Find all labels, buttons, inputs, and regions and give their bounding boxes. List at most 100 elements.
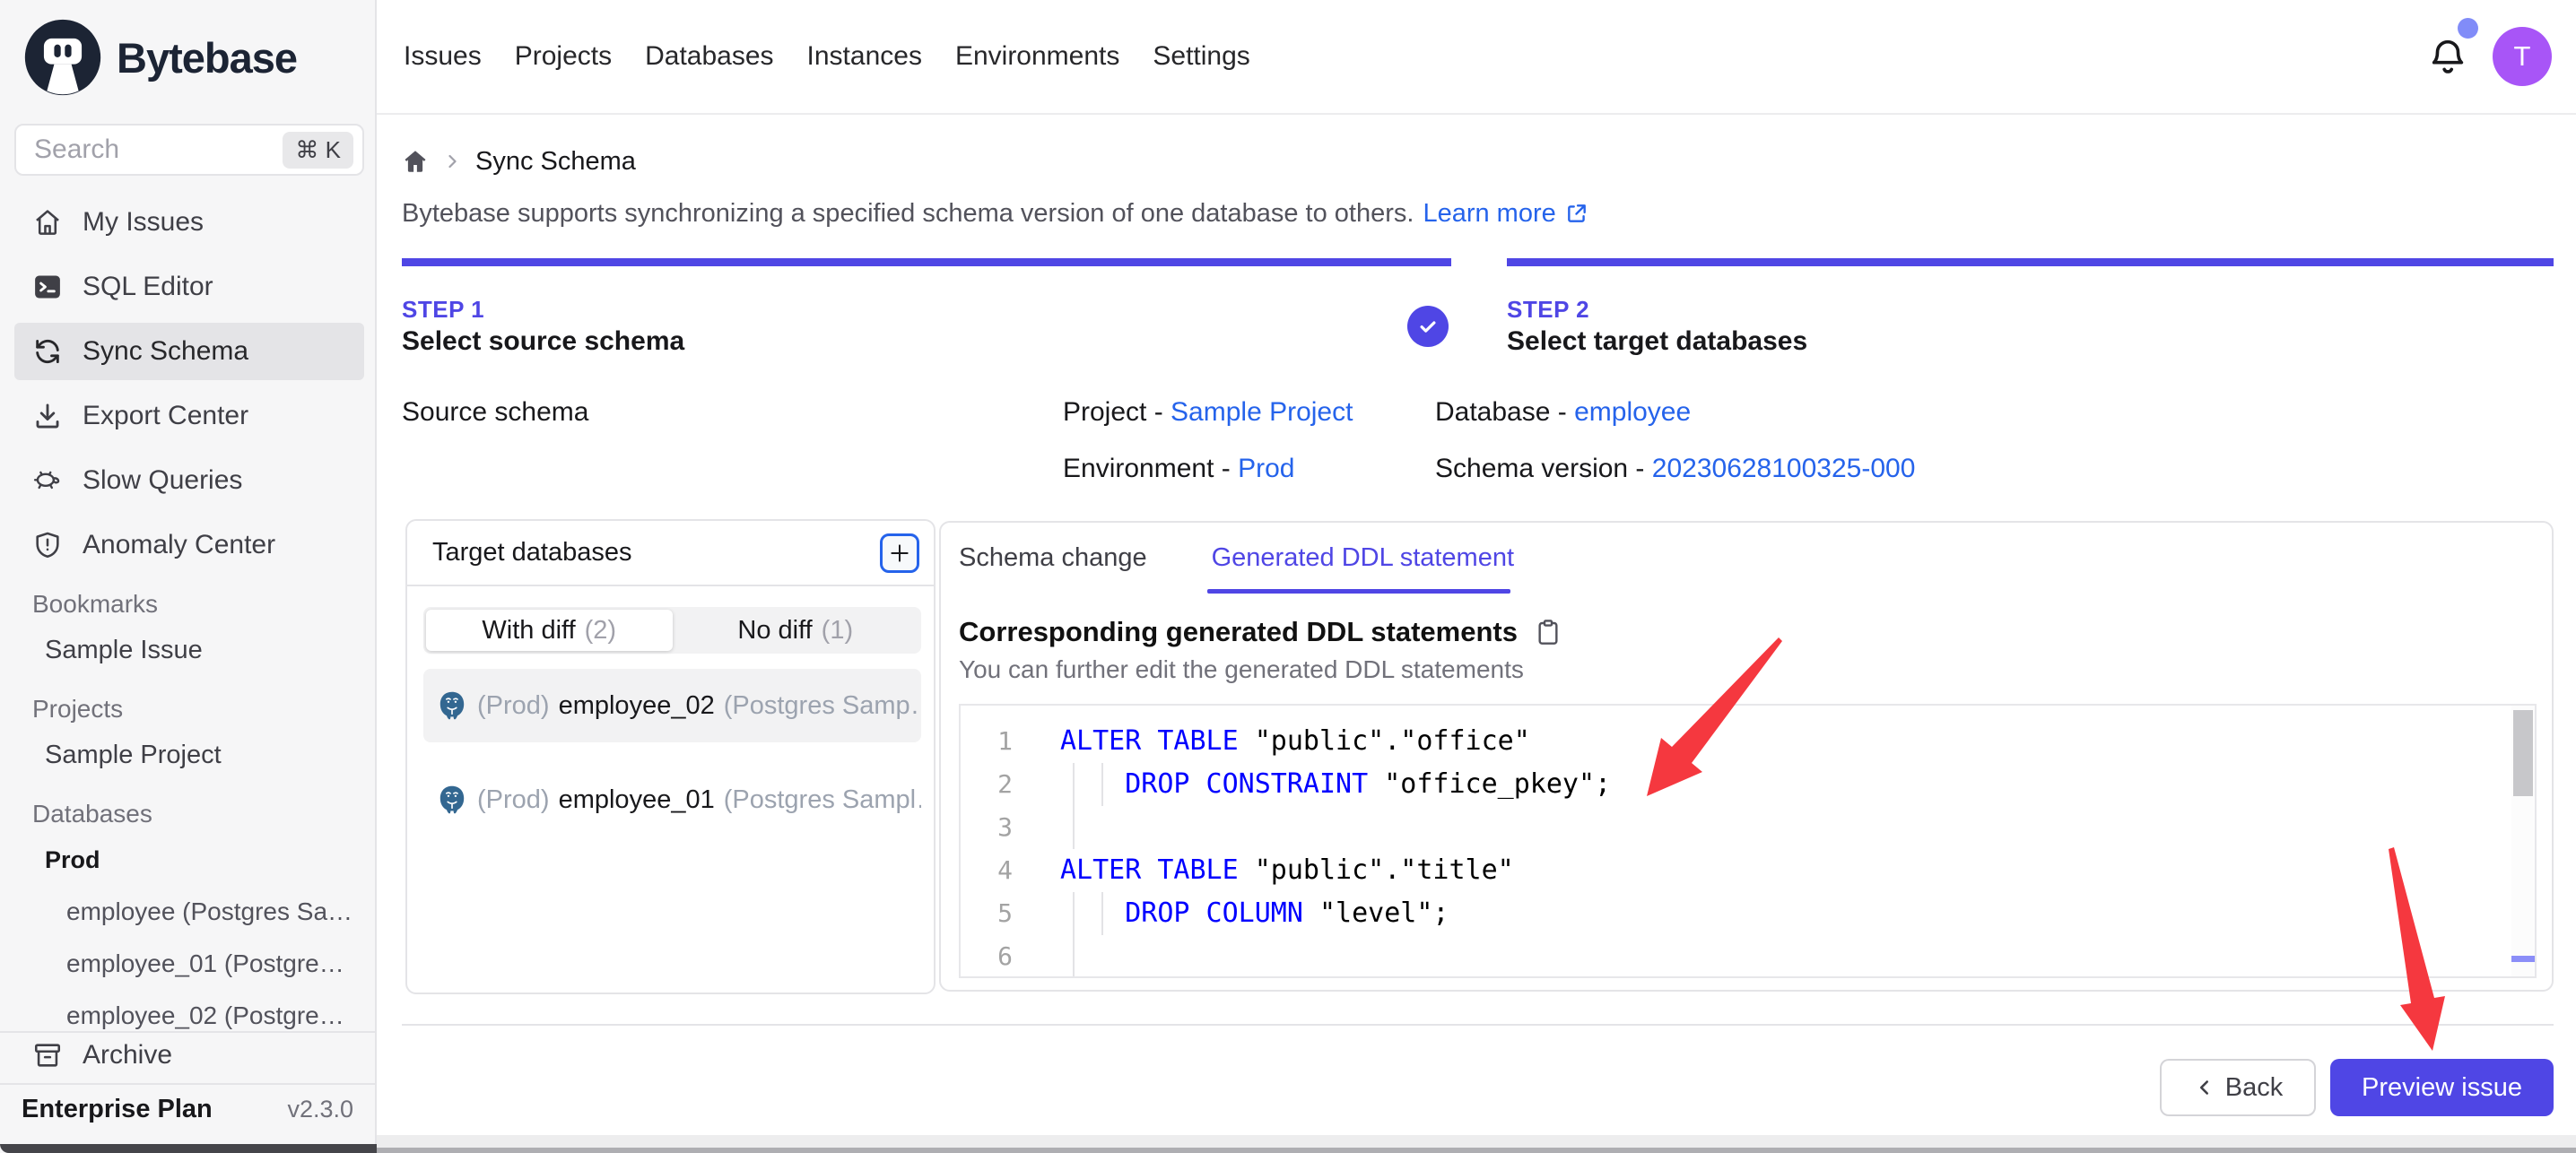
avatar[interactable]: T <box>2493 27 2552 86</box>
sql-text: "public"."title" <box>1239 854 1514 886</box>
indent-guide <box>1073 935 1075 978</box>
sidebar-item-slow-queries[interactable]: Slow Queries <box>14 452 364 509</box>
ddl-tabs: Schema change Generated DDL statement <box>959 543 1514 573</box>
sidebar-item-employee_01-postgre[interactable]: employee_01 (Postgre… <box>14 938 364 990</box>
sidebar-item-label: Anomaly Center <box>83 530 275 560</box>
code-line-1[interactable]: ALTER TABLE "public"."office" <box>1060 720 2535 763</box>
download-icon <box>32 401 63 431</box>
plus-icon <box>888 542 911 565</box>
ddl-code-editor[interactable]: 123456 ALTER TABLE "public"."office" DRO… <box>959 704 2537 978</box>
intro-text: Bytebase supports synchronizing a specif… <box>402 199 1414 229</box>
code-line-3[interactable] <box>1060 806 2535 849</box>
source-schema-label: Source schema <box>402 397 588 428</box>
target-db-employee_01[interactable]: (Prod)employee_01(Postgres Sampl… <box>423 763 921 837</box>
field-database-link[interactable]: employee <box>1574 397 1691 427</box>
db-environment: (Prod) <box>477 691 550 721</box>
sql-text: "public"."office" <box>1239 725 1530 757</box>
scrollbar-thumb[interactable] <box>2513 710 2533 796</box>
code-line-2[interactable]: DROP CONSTRAINT "office_pkey"; <box>1060 763 2535 806</box>
db-instance-suffix: (Postgres Sampl… <box>724 785 921 815</box>
plan-name: Enterprise Plan <box>22 1095 213 1124</box>
sidebar-item-sample-issue[interactable]: Sample Issue <box>14 624 364 676</box>
source-schema-row1: Source schema Project - Sample Project D… <box>402 394 588 430</box>
db-environment: (Prod) <box>477 785 550 815</box>
home-icon[interactable] <box>402 148 429 175</box>
tab-no-diff[interactable]: No diff (1) <box>673 610 919 651</box>
sql-text: "office_pkey"; <box>1368 768 1611 800</box>
sidebar-item-prod[interactable]: Prod <box>14 834 364 886</box>
field-environment-link[interactable]: Prod <box>1238 454 1294 483</box>
window-bottom-line <box>377 1148 2576 1153</box>
sidebar-item-anomaly-center[interactable]: Anomaly Center <box>14 516 364 574</box>
target-databases-card: Target databases With diff (2) No diff (… <box>405 519 936 994</box>
learn-more-link[interactable]: Learn more <box>1423 199 1555 229</box>
code-line-4[interactable]: ALTER TABLE "public"."title" <box>1060 849 2535 892</box>
horizontal-scrollbar-thumb[interactable] <box>2511 956 2535 962</box>
step1-title: Select source schema <box>402 326 684 357</box>
indent-guide <box>1073 763 1075 806</box>
indent-guide <box>1073 892 1075 935</box>
back-button[interactable]: Back <box>2160 1059 2316 1116</box>
line-number: 3 <box>961 806 1013 849</box>
copy-icon[interactable] <box>1534 618 1562 646</box>
tab-generated-ddl[interactable]: Generated DDL statement <box>1212 543 1514 573</box>
diff-filter-tabs: With diff (2) No diff (1) <box>423 607 921 654</box>
notifications-bell-icon[interactable] <box>2427 36 2468 77</box>
field-project-link[interactable]: Sample Project <box>1171 397 1353 427</box>
plan-row: Enterprise Plan v2.3.0 <box>0 1083 375 1133</box>
active-tab-underline <box>1207 589 1510 594</box>
search-box[interactable]: ⌘ K <box>14 124 364 176</box>
sidebar-item-archive[interactable]: Archive <box>0 1033 375 1078</box>
add-target-database-button[interactable] <box>880 533 919 573</box>
sql-keyword: ALTER TABLE <box>1060 725 1239 757</box>
sidebar-item-export-center[interactable]: Export Center <box>14 387 364 445</box>
code-lines[interactable]: ALTER TABLE "public"."office" DROP CONST… <box>1032 706 2535 976</box>
line-number: 5 <box>961 892 1013 935</box>
search-input[interactable] <box>34 134 283 165</box>
shield-icon <box>32 530 63 560</box>
nav-item-settings[interactable]: Settings <box>1153 41 1249 72</box>
sidebar-bottom-panel: Archive Enterprise Plan v2.3.0 <box>0 1031 375 1135</box>
ddl-heading: Corresponding generated DDL statements <box>959 616 1518 648</box>
sidebar-item-label: My Issues <box>83 207 204 238</box>
terminal-icon <box>32 272 63 302</box>
step2-label: STEP 2 <box>1507 296 1589 324</box>
no-diff-count: (1) <box>822 616 853 646</box>
code-line-5[interactable]: DROP COLUMN "level"; <box>1060 892 2535 935</box>
editor-scrollbar[interactable] <box>2511 706 2535 976</box>
sidebar-item-label: Export Center <box>83 401 248 431</box>
tab-with-diff[interactable]: With diff (2) <box>426 610 673 651</box>
nav-item-projects[interactable]: Projects <box>515 41 612 72</box>
indent-guide <box>1101 763 1103 806</box>
field-schema-version-link[interactable]: 20230628100325-000 <box>1652 454 1916 483</box>
bytebase-logo[interactable]: Bytebase <box>22 16 297 99</box>
home-icon <box>32 207 63 238</box>
nav-item-databases[interactable]: Databases <box>645 41 773 72</box>
indent-guide <box>1101 892 1103 935</box>
target-db-employee_02[interactable]: (Prod)employee_02(Postgres Samp… <box>423 669 921 742</box>
tab-schema-change[interactable]: Schema change <box>959 543 1147 573</box>
nav-item-instances[interactable]: Instances <box>807 41 922 72</box>
top-bar: Issues Projects Databases Instances Environm… <box>377 0 2576 115</box>
section-title: Databases <box>14 794 364 834</box>
sidebar-item-sample-project[interactable]: Sample Project <box>14 729 364 781</box>
code-line-6[interactable] <box>1060 935 2535 978</box>
nav-item-issues[interactable]: Issues <box>404 41 482 72</box>
turtle-icon <box>32 465 63 496</box>
page-intro: Bytebase supports synchronizing a specif… <box>402 195 1588 231</box>
archive-label: Archive <box>83 1040 172 1071</box>
bytebase-mascot-icon <box>22 16 104 99</box>
sidebar-item-sql-editor[interactable]: SQL Editor <box>14 258 364 316</box>
sidebar-item-my-issues[interactable]: My Issues <box>14 194 364 251</box>
preview-issue-button[interactable]: Preview issue <box>2330 1059 2554 1116</box>
sidebar-item-sync-schema[interactable]: Sync Schema <box>14 323 364 380</box>
nav-item-environments[interactable]: Environments <box>955 41 1119 72</box>
sidebar-item-label: Sync Schema <box>83 336 248 367</box>
sidebar-item-employee-postgres-sa[interactable]: employee (Postgres Sa… <box>14 886 364 938</box>
field-database-label: Database - <box>1435 397 1574 427</box>
chevron-left-icon <box>2193 1076 2216 1099</box>
field-environment-label: Environment - <box>1063 454 1238 483</box>
sql-text <box>1060 897 1125 929</box>
sidebar: Bytebase ⌘ K My Issues SQL Editor Sync Sch… <box>0 0 377 1153</box>
sidebar-section-databases: DatabasesProdemployee (Postgres Sa…emplo… <box>14 794 364 1042</box>
